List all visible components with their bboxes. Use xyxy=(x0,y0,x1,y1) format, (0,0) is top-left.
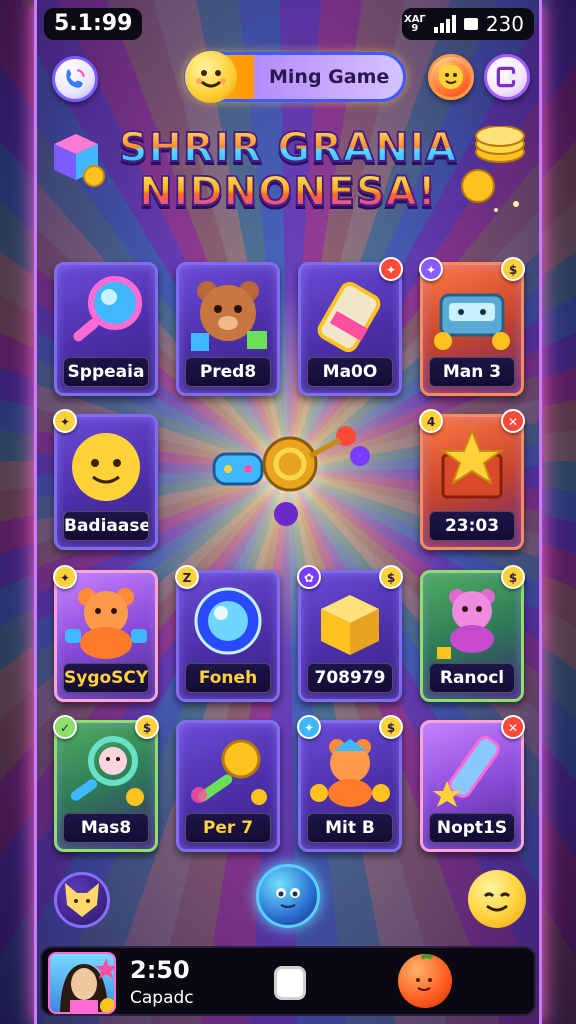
game-card-label: Ranocl xyxy=(429,663,515,693)
player-timer: 2:50 xyxy=(130,956,190,984)
gamepad-knot-icon xyxy=(212,426,370,526)
home-key-icon[interactable] xyxy=(274,966,306,1000)
star-box-icon xyxy=(439,428,505,499)
game-card-4[interactable]: ✦ $ Man 3 xyxy=(419,257,525,396)
profile-emoji-button[interactable] xyxy=(428,54,474,100)
smiley-button[interactable] xyxy=(468,870,526,928)
logo-line-2: NIDNONESA! xyxy=(100,169,476,215)
coin-stack-icon xyxy=(461,126,525,212)
game-card-label: Mit B xyxy=(307,813,393,843)
game-card-3[interactable]: ✦ Ma0O xyxy=(298,257,403,396)
avatar[interactable] xyxy=(48,952,116,1014)
game-card-11[interactable]: ✓ $ Mas8 xyxy=(53,715,159,852)
game-logo: SHRIR GRANIA NIDNONESA! xyxy=(100,125,476,222)
teddy-bear-icon xyxy=(65,588,147,659)
player-name: Capadc xyxy=(130,988,194,1008)
game-card-10[interactable]: $ Ranocl xyxy=(420,565,525,702)
status-time: 5.1:99 xyxy=(44,8,143,40)
game-card-label: Nopt1S xyxy=(429,813,515,843)
fox-icon xyxy=(65,883,99,917)
emoji-face-icon xyxy=(439,65,463,89)
magnifier-icon xyxy=(73,276,142,342)
game-card-12[interactable]: Per 7 xyxy=(176,720,280,852)
player-portrait-icon xyxy=(60,958,114,1012)
battery-text: 230 xyxy=(485,12,524,36)
gift-cube-icon xyxy=(54,134,105,187)
smiley-icon xyxy=(483,892,511,912)
pink-bear-icon xyxy=(437,589,495,659)
game-card-label: Man 3 xyxy=(429,357,515,387)
game-card-label: Ma0O xyxy=(307,357,393,387)
game-card-label: SygoSCY xyxy=(63,663,149,693)
game-card-label: Pred8 xyxy=(185,357,271,387)
game-card-1[interactable]: Sppeaia xyxy=(54,262,158,396)
game-card-label: Per 7 xyxy=(185,813,271,843)
game-card-7[interactable]: ✦ SygoSCY xyxy=(53,565,158,702)
status-indicators: ХАГ 9 230 xyxy=(402,8,534,40)
blue-face-orb-icon xyxy=(276,888,300,908)
phone-icon xyxy=(66,69,85,88)
yellow-cube-icon xyxy=(321,595,379,655)
game-card-13[interactable]: ✦ $ Mit B xyxy=(297,715,403,852)
game-card-label: Foneh xyxy=(185,663,271,693)
battery-tube-icon xyxy=(317,281,381,353)
bear-icon xyxy=(191,281,267,351)
game-card-14[interactable]: ✕ Nopt1S xyxy=(420,715,525,852)
logo-line-1: SHRIR GRANIA xyxy=(100,125,476,171)
game-card-label: 708979 xyxy=(307,663,393,693)
game-card-8[interactable]: Z Foneh xyxy=(175,565,280,702)
star-tube-icon xyxy=(433,736,500,807)
exit-door-icon xyxy=(496,66,518,88)
game-card-2[interactable]: Pred8 xyxy=(176,262,280,396)
game-card-5[interactable]: ✦ Badiaases xyxy=(53,409,158,550)
blue-orb-icon xyxy=(194,587,262,655)
orange-ball-icon[interactable] xyxy=(398,954,452,1008)
game-title-pill[interactable]: Ming Game xyxy=(184,51,406,103)
network-label: ХАГ 9 xyxy=(403,14,426,34)
coin-wand-icon xyxy=(191,739,267,805)
main-action-button[interactable] xyxy=(256,864,320,928)
phone-button[interactable] xyxy=(52,56,98,102)
game-title: Ming Game xyxy=(269,66,390,88)
game-card-label: 23:03 xyxy=(429,511,515,541)
fox-button[interactable] xyxy=(54,872,110,928)
bear-coins-icon xyxy=(310,739,390,807)
robot-box-icon xyxy=(434,293,510,350)
bottom-player-bar: 2:50 Capadc xyxy=(40,946,536,1016)
game-card-label: Mas8 xyxy=(63,813,149,843)
battery-icon xyxy=(463,18,478,30)
status-bar: 5.1:99 ХАГ 9 230 xyxy=(42,8,534,40)
smiley-icon xyxy=(185,51,237,103)
bunny-wand-icon xyxy=(70,736,144,806)
game-card-9[interactable]: ✿ $ 708979 xyxy=(297,565,403,702)
smiley-icon xyxy=(72,433,140,501)
game-card-label: Badiaases xyxy=(63,511,149,541)
game-card-6[interactable]: 4 ✕ 23:03 xyxy=(419,409,525,550)
signal-icon xyxy=(433,15,456,33)
exit-button[interactable] xyxy=(484,54,530,100)
game-card-label: Sppeaia xyxy=(63,357,149,387)
